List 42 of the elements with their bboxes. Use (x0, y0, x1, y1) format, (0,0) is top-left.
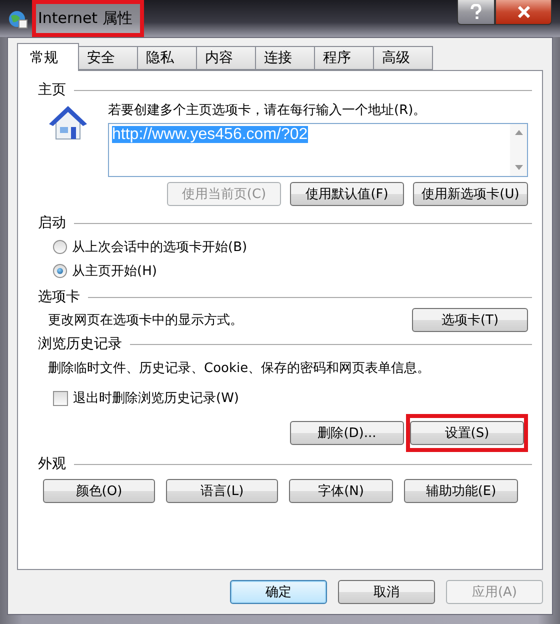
checkbox[interactable] (53, 390, 68, 406)
radio-button[interactable] (53, 264, 67, 278)
globe-icon (8, 8, 28, 28)
appearance-button[interactable]: 颜色(O) (43, 479, 155, 503)
section-heading: 选项卡 (38, 288, 80, 306)
history-button[interactable]: 删除(D)... (290, 421, 404, 445)
section-heading: 启动 (38, 214, 66, 232)
tab[interactable]: 高级 (373, 46, 433, 70)
tab[interactable]: 隐私 (137, 46, 197, 70)
appearance-button[interactable]: 辅助功能(E) (404, 479, 518, 503)
dialog-button[interactable]: 取消 (338, 580, 435, 604)
section-heading: 主页 (38, 81, 66, 99)
help-icon (470, 4, 482, 20)
homepage-button[interactable]: 使用默认值(F) (290, 182, 404, 206)
close-icon (516, 6, 530, 18)
up-arrow-icon (514, 130, 522, 135)
down-arrow-icon (514, 165, 522, 170)
description-text: 删除临时文件、历史记录、Cookie、保存的密码和网页表单信息。 (47, 360, 432, 377)
dialog-button[interactable]: 确定 (230, 580, 327, 604)
appearance-button[interactable]: 语言(L) (166, 479, 278, 503)
history-button[interactable]: 设置(S) (410, 421, 524, 445)
help-button[interactable] (457, 0, 495, 25)
radio-label: 从上次会话中的选项卡开始(B) (72, 239, 248, 256)
radio-button[interactable] (53, 240, 67, 254)
tab[interactable]: 安全 (78, 46, 138, 70)
tabs-button[interactable]: 选项卡(T) (412, 308, 528, 332)
tab[interactable]: 常规 (17, 43, 79, 71)
radio-label: 从主页开始(H) (72, 263, 157, 280)
appearance-button[interactable]: 字体(N) (289, 479, 393, 503)
instruction-text: 若要创建多个主页选项卡，请在每行输入一个地址(R)。 (108, 102, 428, 119)
section-heading: 浏览历史记录 (38, 335, 122, 353)
tab[interactable]: 连接 (255, 46, 315, 70)
close-button[interactable] (495, 0, 552, 25)
description-text: 更改网页在选项卡中的显示方式。 (47, 312, 243, 329)
checkbox-label: 退出时删除浏览历史记录(W) (73, 390, 239, 407)
house-icon (48, 105, 88, 141)
section-heading: 外观 (38, 455, 66, 473)
window-title: Internet 属性 (38, 9, 132, 28)
tab[interactable]: 内容 (196, 46, 256, 70)
homepage-button[interactable]: 使用新选项卡(U) (413, 182, 528, 206)
tab[interactable]: 程序 (314, 46, 374, 70)
scrollbar[interactable] (510, 124, 527, 176)
